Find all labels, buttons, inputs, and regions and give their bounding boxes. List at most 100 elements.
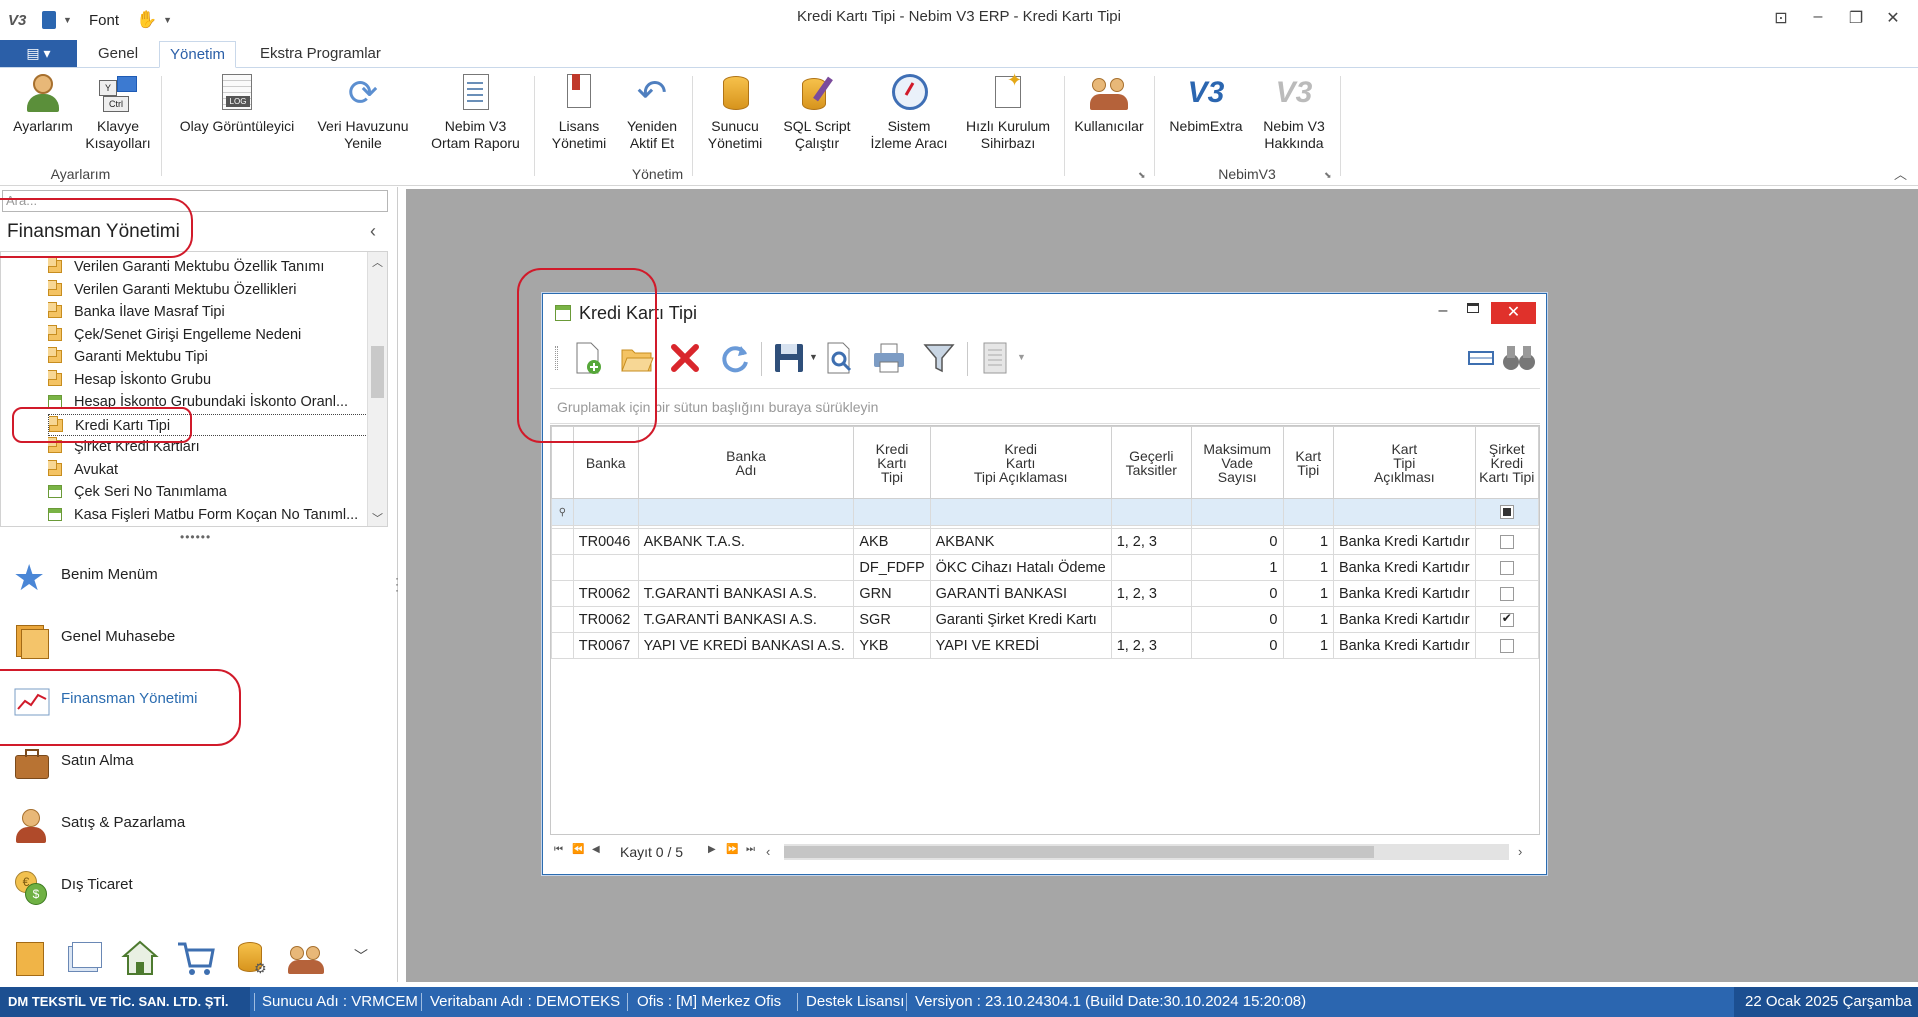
tree-item[interactable]: Hesap İskonto Grubundaki İskonto Oranl..…: [48, 391, 368, 413]
cell-tip[interactable]: 1: [1282, 606, 1335, 633]
cell-banka[interactable]: TR0046: [572, 528, 639, 555]
delete-icon[interactable]: [667, 340, 703, 376]
print-preview-icon[interactable]: [821, 340, 857, 376]
print-icon[interactable]: [871, 340, 907, 376]
save-dropdown-icon[interactable]: ▼: [809, 352, 818, 362]
nav-satin-alma[interactable]: Satın Alma: [0, 733, 390, 793]
cell-kod[interactable]: DF_FDFP: [853, 554, 931, 581]
cell-kod[interactable]: YKB: [853, 632, 931, 659]
cell-adi[interactable]: AKBANK T.A.S.: [637, 528, 855, 555]
tab-yonetim[interactable]: Yönetim: [159, 41, 237, 68]
panel-resize-handle[interactable]: · · ·: [395, 572, 399, 596]
lisans-yonetimi-btn[interactable]: Lisans Yönetimi: [544, 72, 614, 152]
ribbon-options-icon[interactable]: ⊡: [1766, 8, 1796, 32]
child-maximize-button[interactable]: [1467, 303, 1479, 313]
cell-aciklama[interactable]: GARANTİ BANKASI: [929, 580, 1112, 607]
column-width-icon[interactable]: [1463, 340, 1499, 376]
nebim-ortam-raporu-button[interactable]: Nebim V3 Ortam Raporu: [423, 72, 528, 152]
cell-taksit[interactable]: 1, 2, 3: [1110, 632, 1192, 659]
cell-kod[interactable]: GRN: [853, 580, 931, 607]
nav-genel-muhasebe[interactable]: Genel Muhasebe: [0, 609, 390, 669]
sunucu-yonetimi-button[interactable]: Sunucu Yönetimi: [698, 72, 772, 152]
ayarlarim-button[interactable]: Ayarlarım: [8, 72, 78, 135]
tree-item[interactable]: Kasa Fişleri Matbu Form Koçan No Tanıml.…: [48, 504, 368, 526]
tree-item[interactable]: Hesap İskonto Grubu: [48, 369, 368, 391]
tree-item[interactable]: Şirket Kredi Kartları: [48, 436, 368, 458]
more-shortcuts-icon[interactable]: ﹀: [354, 946, 368, 966]
settings-db-shortcut-icon[interactable]: ⚙: [232, 938, 272, 978]
scroll-left-icon[interactable]: ‹: [766, 844, 770, 859]
nav-satis-pazarlama[interactable]: Satış & Pazarlama: [0, 795, 390, 855]
cell-tipaciklama[interactable]: Banka Kredi Kartıdır: [1333, 580, 1476, 607]
tree-scrollbar[interactable]: ︿ ﹀: [367, 252, 387, 526]
users-shortcut-icon[interactable]: [286, 938, 326, 978]
cell-tip[interactable]: 1: [1282, 580, 1335, 607]
column-header[interactable]: Banka: [572, 426, 639, 499]
cell-tipaciklama[interactable]: Banka Kredi Kartıdır: [1333, 554, 1476, 581]
sirket-kredi-karti-checkbox[interactable]: [1499, 560, 1514, 575]
tree-item[interactable]: Çek Seri No Tanımlama: [48, 481, 368, 503]
save-icon[interactable]: [771, 340, 807, 376]
scroll-thumb[interactable]: [371, 346, 384, 398]
collapse-ribbon-icon[interactable]: ︿: [1894, 164, 1907, 183]
prev-record-icon[interactable]: ◀: [592, 844, 600, 855]
column-header[interactable]: Kart Tipi Açıklması: [1333, 426, 1476, 499]
table-row[interactable]: DF_FDFP ÖKC Cihazı Hatalı Ödeme 1 1 Banka Kr…: [551, 554, 1539, 581]
cell-tip[interactable]: 1: [1282, 554, 1335, 581]
column-header[interactable]: Şirket Kredi Kartı Tipi: [1474, 426, 1539, 499]
nav-finansman-yonetimi[interactable]: Finansman Yönetimi: [0, 671, 390, 731]
toolbar-grip[interactable]: [555, 346, 558, 370]
cell-vade[interactable]: 0: [1190, 580, 1284, 607]
cell-tipaciklama[interactable]: Banka Kredi Kartıdır: [1333, 606, 1476, 633]
scroll-up-icon[interactable]: ︿: [372, 254, 383, 270]
sistem-izleme-araci-button[interactable]: Sistem İzleme Aracı: [868, 72, 950, 152]
nav-benim-menum[interactable]: ★ Benim Menüm: [0, 547, 390, 607]
cell-banka[interactable]: TR0062: [572, 580, 639, 607]
scroll-right-icon[interactable]: ›: [1518, 844, 1522, 859]
table-row[interactable]: TR0046 AKBANK T.A.S. AKB AKBANK 1, 2, 3 0 1 Ban…: [551, 528, 1539, 555]
cell-vade[interactable]: 1: [1190, 554, 1284, 581]
refresh-icon[interactable]: [717, 340, 753, 376]
yeniden-aktif-et-button[interactable]: ↶ Yeniden Aktif Et: [616, 72, 688, 152]
child-minimize-button[interactable]: –: [1433, 302, 1453, 320]
nebim-v3-hakkinda-button[interactable]: V3 Nebim V3 Hakkında: [1252, 72, 1336, 152]
home-shortcut-icon[interactable]: [120, 938, 160, 978]
tree-item[interactable]: Çek/Senet Girişi Engelleme Nedeni: [48, 324, 368, 346]
cell-adi[interactable]: T.GARANTİ BANKASI A.S.: [637, 580, 855, 607]
file-menu-button[interactable]: ▤ ▾: [0, 40, 77, 67]
horizontal-scrollbar[interactable]: [784, 844, 1509, 860]
cell-tip[interactable]: 1: [1282, 632, 1335, 659]
sirket-kredi-karti-checkbox[interactable]: [1499, 586, 1514, 601]
tree-item[interactable]: Verilen Garanti Mektubu Özellik Tanımı: [48, 256, 368, 278]
dialog-launcher-icon[interactable]: ⬊: [1324, 170, 1332, 181]
cell-tip[interactable]: 1: [1282, 528, 1335, 555]
kullanicilar-button[interactable]: Kullanıcılar: [1068, 72, 1150, 135]
sql-script-calistir-button[interactable]: SQL Script Çalıştır: [772, 72, 862, 152]
nebimextra-button[interactable]: V3 NebimExtra: [1160, 72, 1252, 135]
tab-ekstra-programlar[interactable]: Ekstra Programlar: [250, 41, 391, 68]
horizontal-scroll-thumb[interactable]: [784, 846, 1374, 858]
find-binoculars-icon[interactable]: [1501, 340, 1537, 376]
cell-aciklama[interactable]: ÖKC Cihazı Hatalı Ödeme: [929, 554, 1112, 581]
group-by-panel[interactable]: Gruplamak için bir sütun başlığını buray…: [550, 388, 1540, 424]
cell-adi[interactable]: YAPI VE KREDİ BANKASI A.S.: [637, 632, 855, 659]
restore-button[interactable]: ❐: [1841, 8, 1871, 32]
dialog-launcher-icon[interactable]: ⬊: [1138, 170, 1146, 181]
sirket-kredi-karti-checkbox[interactable]: [1499, 534, 1514, 549]
cell-banka[interactable]: TR0062: [572, 606, 639, 633]
last-record-icon[interactable]: ⏭: [746, 844, 755, 855]
auto-filter-row[interactable]: ⚲: [551, 498, 1539, 526]
dropdown-arrow-icon[interactable]: ▼: [63, 15, 72, 25]
report-icon[interactable]: [977, 340, 1013, 376]
nav-dis-ticaret[interactable]: € $ Dış Ticaret: [0, 857, 390, 917]
tree-item[interactable]: Garanti Mektubu Tipi: [48, 346, 368, 368]
splitter-handle[interactable]: ••••••: [180, 530, 211, 544]
olay-goruntuleyici-button[interactable]: LOG Olay Görüntüleyici: [172, 72, 302, 135]
cell-vade[interactable]: 0: [1190, 528, 1284, 555]
prev-page-icon[interactable]: ⏪: [572, 844, 584, 855]
open-folder-icon[interactable]: [619, 340, 655, 376]
first-record-icon[interactable]: ⏮: [554, 844, 563, 855]
column-header[interactable]: Banka Adı: [637, 426, 855, 499]
ledger-shortcut-icon[interactable]: [12, 938, 52, 978]
minimize-button[interactable]: –: [1803, 8, 1833, 32]
